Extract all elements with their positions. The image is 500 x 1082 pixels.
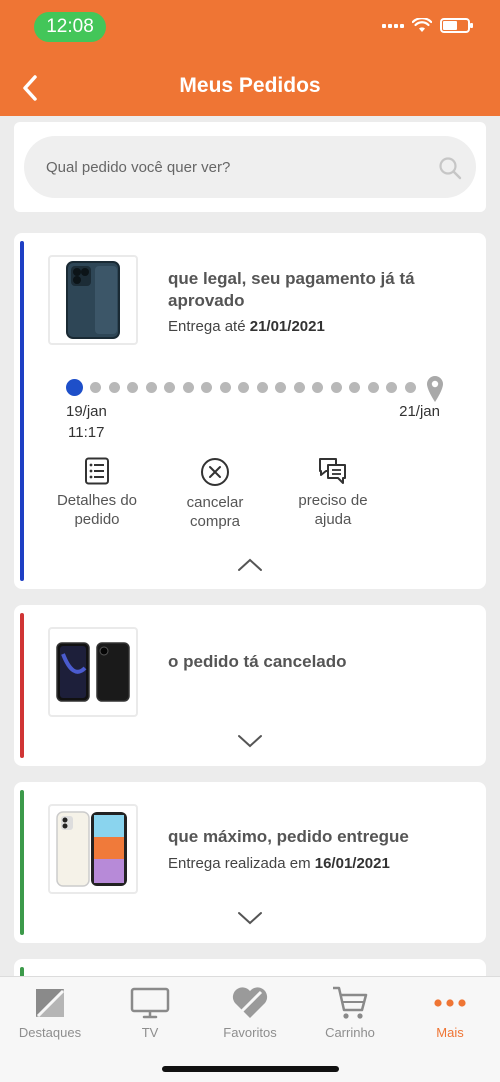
timeline-start-date: 19/jan xyxy=(66,403,107,420)
order-details-label: Detalhes do pedido xyxy=(56,492,138,528)
order-card[interactable]: que legal, seu pagamento já tá aprovado … xyxy=(14,233,486,589)
help-label: preciso de ajuda xyxy=(298,492,368,528)
help-button[interactable]: preciso de ajuda xyxy=(278,457,388,529)
home-indicator xyxy=(162,1066,339,1072)
phone-image xyxy=(66,261,120,339)
page-title: Meus Pedidos xyxy=(179,74,321,97)
timeline-dot xyxy=(404,382,416,393)
tv-icon xyxy=(130,987,170,1019)
timeline-dot xyxy=(275,382,286,393)
destaques-icon xyxy=(36,989,65,1018)
phone-image xyxy=(56,642,130,702)
order-card[interactable]: que máximo, pedido entregue Entrega real… xyxy=(14,782,486,943)
cancel-circle-icon xyxy=(201,458,229,486)
timeline-dot xyxy=(127,382,138,393)
timeline-dot xyxy=(90,382,101,393)
timeline-dot xyxy=(293,382,305,393)
timeline-dot xyxy=(330,382,342,393)
chat-icon xyxy=(319,458,346,484)
tab-tv[interactable]: TV xyxy=(100,983,200,1040)
timeline-start-time: 11:17 xyxy=(68,424,105,441)
cancel-order-label: cancelar compra xyxy=(186,494,244,530)
chevron-down-icon[interactable] xyxy=(237,910,263,926)
tab-favoritos[interactable]: Favoritos xyxy=(200,983,300,1040)
list-icon xyxy=(85,457,109,485)
timeline-dot xyxy=(182,382,194,393)
chevron-down-icon[interactable] xyxy=(237,733,263,749)
delivery-info: Entrega realizada em 16/01/2021 xyxy=(168,855,390,872)
cart-icon xyxy=(333,986,368,1019)
status-time: 12:08 xyxy=(34,12,106,42)
phone-image xyxy=(56,811,127,887)
location-pin-icon xyxy=(427,376,443,402)
search-input[interactable] xyxy=(24,136,476,198)
product-image xyxy=(48,627,138,717)
order-status-bar xyxy=(20,790,24,935)
order-status-bar xyxy=(20,241,24,581)
timeline-dot xyxy=(349,382,360,393)
cancel-order-button[interactable]: cancelar compra xyxy=(160,457,270,531)
delivery-prefix: Entrega realizada em xyxy=(168,855,315,872)
timeline-dot xyxy=(386,382,397,393)
timeline-dot xyxy=(219,382,231,393)
delivery-prefix: Entrega até xyxy=(168,318,250,335)
tab-carrinho[interactable]: Carrinho xyxy=(300,983,400,1040)
tab-carrinho-label: Carrinho xyxy=(325,1025,375,1040)
order-timeline xyxy=(64,375,444,405)
order-status-text: que máximo, pedido entregue xyxy=(168,827,409,846)
timeline-end-date: 21/jan xyxy=(399,403,440,420)
chevron-up-icon[interactable] xyxy=(237,557,263,573)
delivery-date: 21/01/2021 xyxy=(249,318,325,335)
signal-icon xyxy=(382,23,404,28)
timeline-dot xyxy=(164,382,175,393)
delivery-info: Entrega até 21/01/2021 xyxy=(168,318,325,335)
tab-mais[interactable]: Mais xyxy=(400,983,500,1040)
product-image xyxy=(48,255,138,345)
order-status-text: o pedido tá cancelado xyxy=(168,652,347,671)
tab-mais-label: Mais xyxy=(436,1025,464,1040)
timeline-dot xyxy=(108,382,120,393)
wifi-icon xyxy=(412,18,432,32)
product-image xyxy=(48,804,138,894)
tab-destaques[interactable]: Destaques xyxy=(0,983,100,1040)
app-header: 12:08 Meus Pedidos xyxy=(0,0,500,116)
status-icons xyxy=(382,18,473,33)
order-details-button[interactable]: Detalhes do pedido xyxy=(42,457,152,529)
timeline-dot xyxy=(145,382,157,393)
timeline-dot xyxy=(312,382,323,393)
timeline-dot xyxy=(367,382,379,393)
tab-favoritos-label: Favoritos xyxy=(223,1025,277,1040)
search-icon[interactable] xyxy=(438,156,462,180)
timeline-dot xyxy=(201,382,212,393)
order-card[interactable]: o pedido tá cancelado xyxy=(14,605,486,766)
more-dots-icon xyxy=(434,999,466,1007)
delivery-date: 16/01/2021 xyxy=(314,855,390,872)
timeline-current-dot xyxy=(66,379,83,396)
heart-icon xyxy=(232,987,268,1018)
timeline-dot xyxy=(256,382,268,393)
order-status-text: que legal, seu pagamento já tá aprovado xyxy=(168,269,415,310)
battery-icon xyxy=(440,18,473,33)
search-card xyxy=(14,122,486,212)
tab-destaques-label: Destaques xyxy=(18,1025,82,1040)
order-status-bar xyxy=(20,613,24,758)
timeline-dot xyxy=(238,382,249,393)
tab-tv-label: TV xyxy=(141,1025,159,1040)
